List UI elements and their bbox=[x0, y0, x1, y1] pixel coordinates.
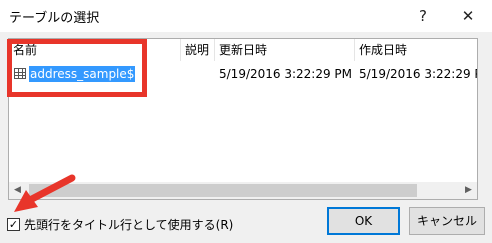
first-row-title-label[interactable]: 先頭行をタイトル行として使用する(R) bbox=[24, 217, 233, 233]
ok-button[interactable]: OK bbox=[327, 207, 400, 235]
cancel-button[interactable]: キャンセル bbox=[409, 207, 485, 235]
first-row-title-checkbox[interactable]: ✓ bbox=[7, 218, 20, 231]
select-table-dialog: テーブルの選択 ? ✕ 名前 説明 更新日時 作成日時 address_samp… bbox=[0, 0, 492, 243]
